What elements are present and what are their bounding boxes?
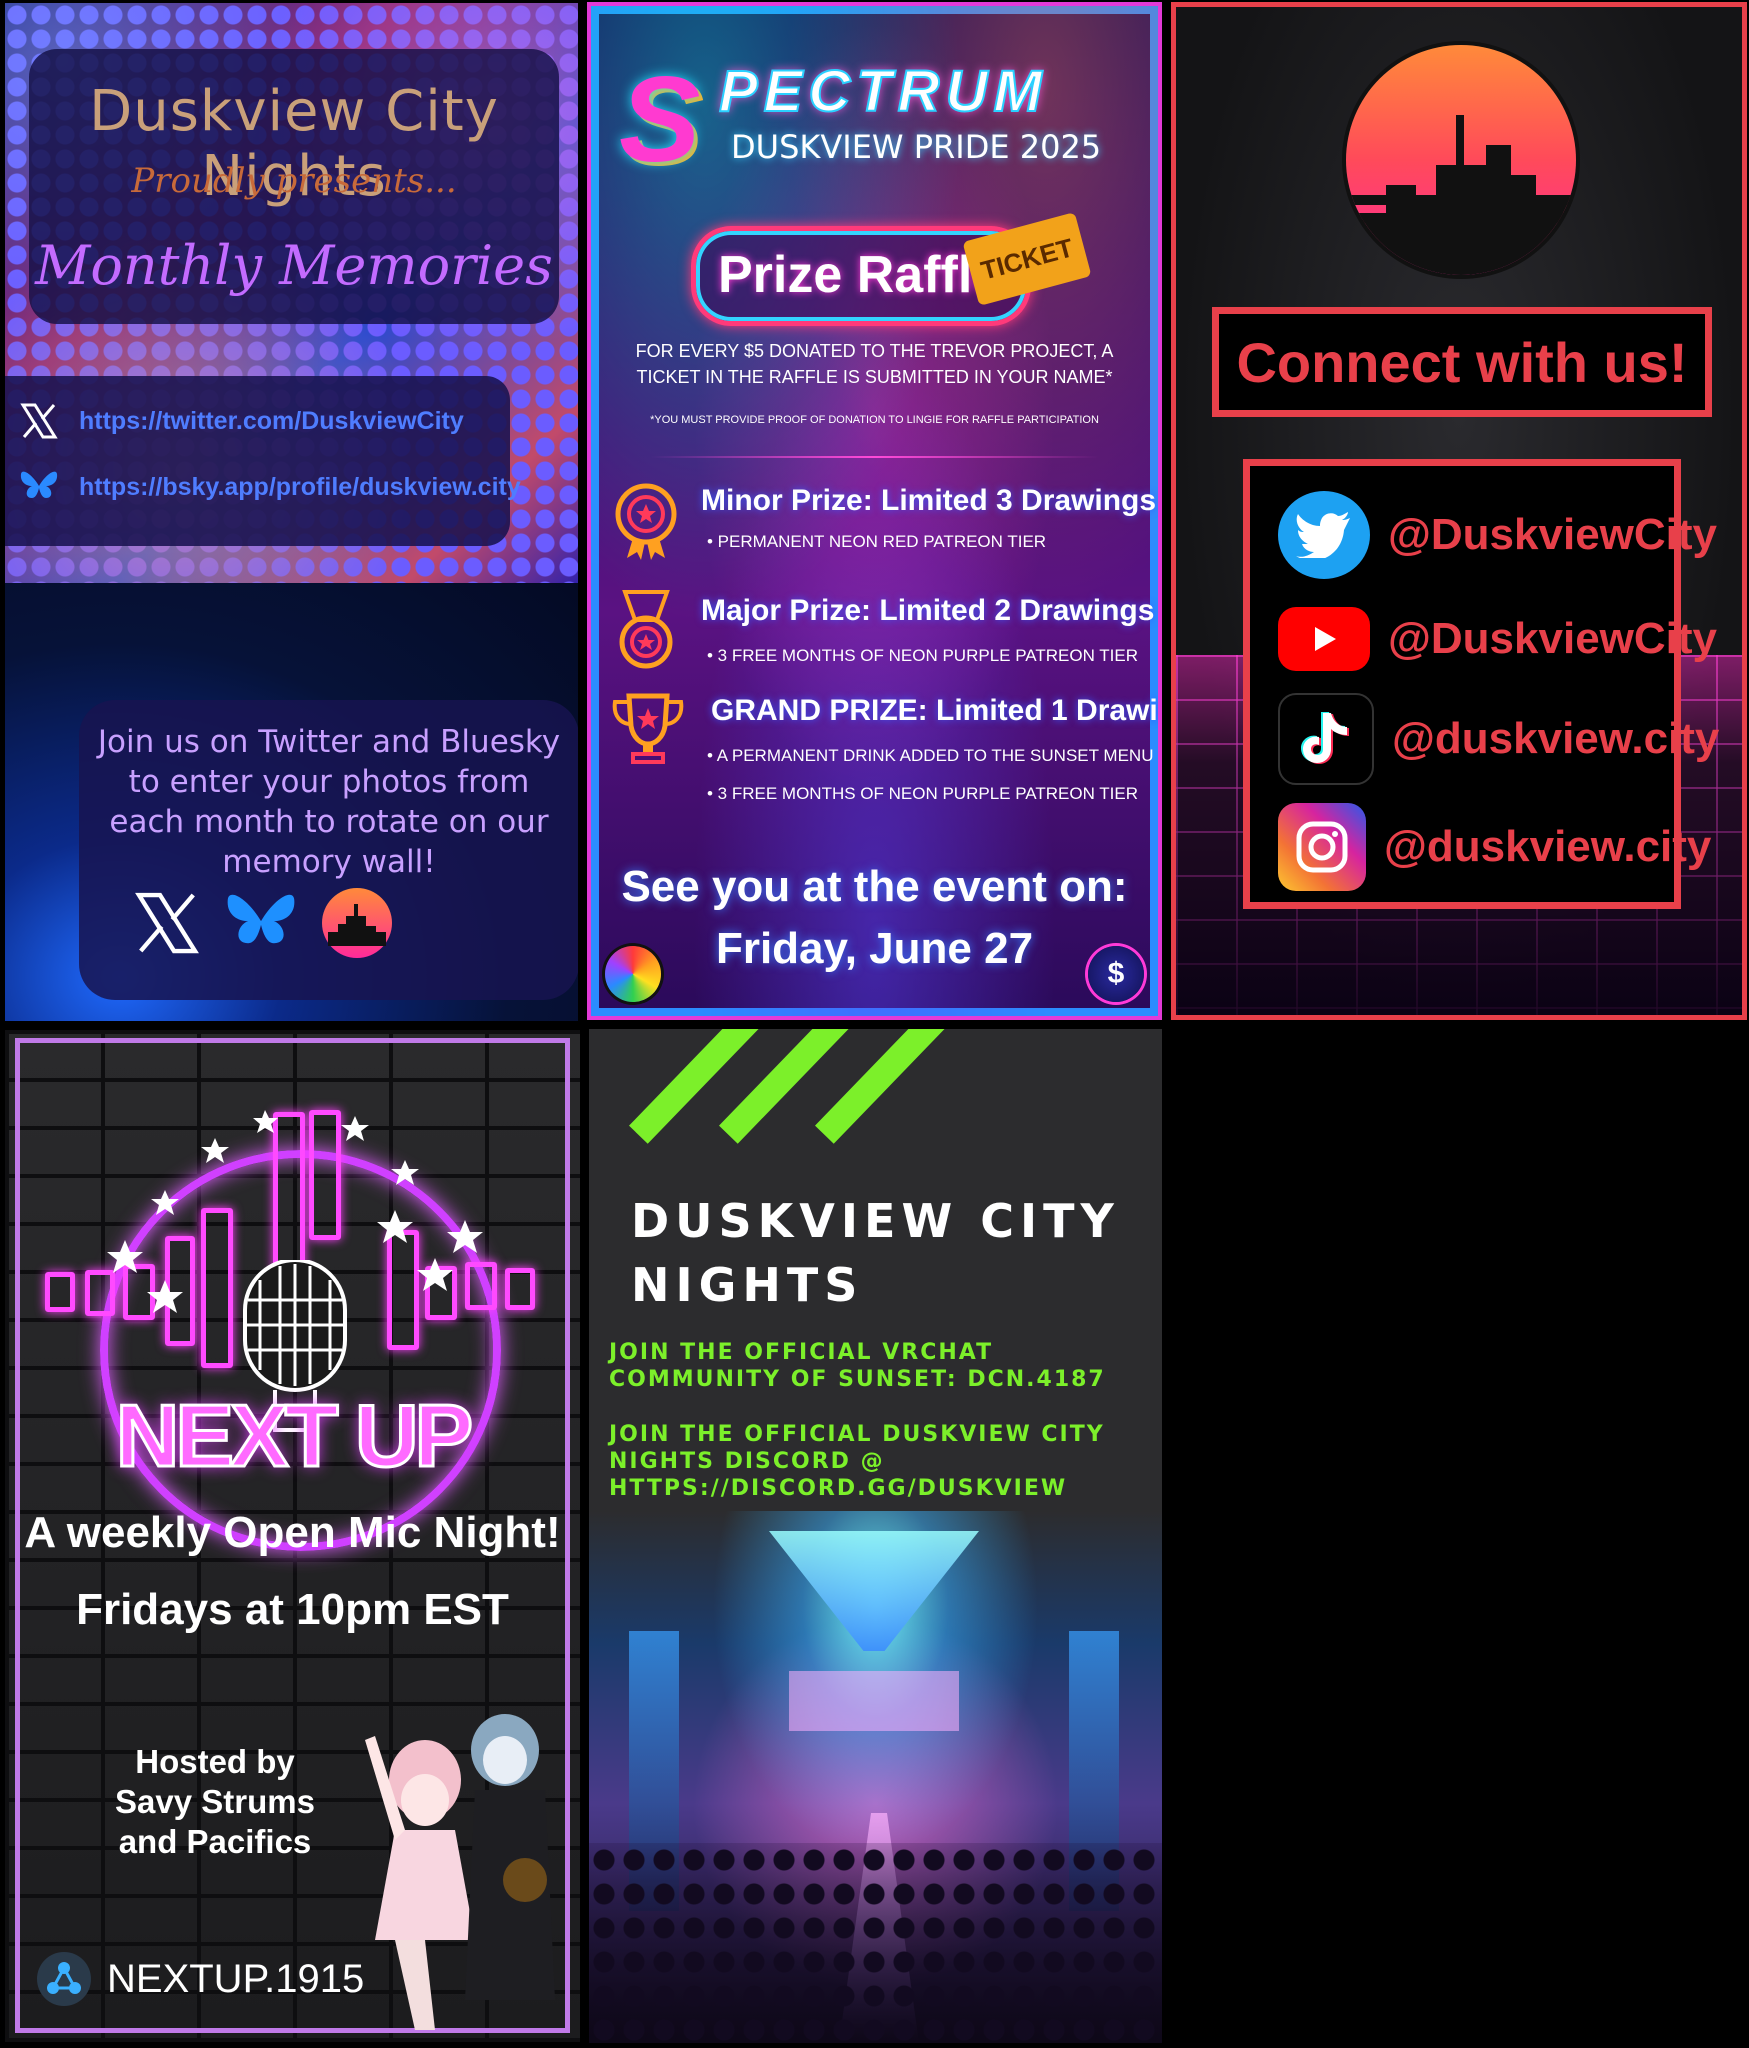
city-sunset-logo	[1346, 45, 1576, 275]
weekly-line: A weekly Open Mic Night!	[24, 1508, 561, 1557]
discord-invite-link[interactable]: HTTPS://DISCORD.GG/DUSKVIEW	[609, 1475, 1152, 1502]
bluesky-butterfly-icon[interactable]	[222, 888, 300, 962]
crowd-silhouettes	[589, 1843, 1162, 2043]
eq-bar	[505, 1268, 535, 1310]
major-prize-item: • 3 FREE MONTHS OF NEON PURPLE PATREON T…	[707, 646, 1139, 665]
schedule-line: Fridays at 10pm EST	[76, 1585, 509, 1634]
social-row-instagram[interactable]: @duskview.city	[1278, 802, 1711, 892]
duskview-heading: DUSKVIEW CITY NIGHTS	[631, 1189, 1120, 1317]
host-line: and Pacifics	[118, 1823, 312, 1860]
grand-prize-title: GRAND PRIZE: Limited 1 Drawing	[711, 694, 1162, 727]
instagram-icon	[1278, 803, 1366, 891]
pride-city-logo-icon	[605, 946, 661, 1002]
tiktok-handle[interactable]: @duskview.city	[1392, 714, 1719, 764]
join-box: Join us on Twitter and Bluesky to enter …	[79, 700, 578, 1000]
duskview-logo-icon[interactable]	[320, 886, 394, 964]
chandelier	[769, 1531, 979, 1651]
major-prize-title: Major Prize: Limited 2 Drawings	[701, 594, 1155, 627]
raffle-description: FOR EVERY $5 DONATED TO THE TREVOR PROJE…	[635, 341, 1114, 387]
connect-panel: Connect with us! @DuskviewCity @Duskview…	[1167, 0, 1749, 1024]
twitter-url[interactable]: https://twitter.com/DuskviewCity	[79, 407, 464, 436]
next-up-title: NEXT UP	[114, 1385, 474, 1487]
hosts-text: Hosted by Savy Strums and Pacifics	[100, 1742, 330, 1862]
discord-invite-text: JOIN THE OFFICIAL DUSKVIEW CITY NIGHTS D…	[609, 1421, 1152, 1502]
discord-line: NIGHTS DISCORD @	[609, 1449, 885, 1474]
vrchat-community-text: JOIN THE OFFICIAL VRCHAT COMMUNITY OF SU…	[609, 1339, 1152, 1393]
grand-prize-item-1: • A PERMANENT DRINK ADDED TO THE SUNSET …	[707, 746, 1154, 765]
spectrum-pride-panel: S PECTRUM DUSKVIEW PRIDE 2025 Prize Raff…	[587, 2, 1162, 1020]
discord-line: JOIN THE OFFICIAL DUSKVIEW CITY	[609, 1422, 1105, 1447]
twitter-link-row[interactable]: https://twitter.com/DuskviewCity	[17, 396, 464, 446]
trophy-icon	[603, 690, 684, 764]
green-stripe	[815, 1029, 966, 1144]
divider	[651, 456, 1098, 458]
nightclub-illustration	[589, 1511, 1162, 2043]
minor-prize-title: Minor Prize: Limited 3 Drawings	[701, 484, 1157, 517]
hosts-avatar-image	[365, 1714, 555, 2030]
x-icon[interactable]	[132, 888, 202, 962]
vrchat-network-icon	[37, 1952, 91, 2006]
youtube-icon	[1278, 607, 1370, 671]
heading-line: NIGHTS	[631, 1258, 864, 1312]
event-date: See you at the event on: Friday, June 27	[591, 856, 1158, 980]
dollar-logo-icon: $	[1088, 946, 1144, 1002]
join-text: Join us on Twitter and Bluesky to enter …	[97, 724, 561, 880]
medal-ribbon-icon	[611, 590, 681, 669]
prize-raffle-label: Prize Raffle	[718, 246, 1002, 304]
eq-bar	[45, 1272, 75, 1312]
event-line-1: See you at the event on:	[621, 862, 1128, 911]
heading-line: DUSKVIEW CITY	[631, 1194, 1120, 1248]
world-code: NEXTUP.1915	[35, 1950, 364, 2008]
instagram-handle[interactable]: @duskview.city	[1384, 822, 1711, 872]
event-line-2: Friday, June 27	[715, 924, 1034, 973]
social-links-box: https://twitter.com/DuskviewCity https:/…	[5, 376, 521, 546]
next-up-panel: NEXT UP A weekly Open Mic Night! Fridays…	[5, 1030, 580, 2042]
twitter-icon	[1278, 491, 1370, 579]
ticket-label: TICKET	[977, 231, 1077, 286]
x-icon	[17, 399, 61, 443]
community-line: JOIN THE OFFICIAL VRCHAT	[609, 1340, 994, 1365]
social-row-tiktok[interactable]: @duskview.city	[1278, 693, 1719, 785]
tiktok-icon	[1278, 693, 1374, 785]
host-line: Hosted by	[135, 1743, 295, 1780]
host-line: Savy Strums	[115, 1783, 315, 1820]
stage-glow	[789, 1671, 959, 1731]
presents-subtitle: Proudly presents...	[131, 161, 457, 201]
title-box: Duskview City Nights Proudly presents...…	[29, 49, 559, 324]
socials-box: @DuskviewCity @DuskviewCity @duskview.ci…	[1243, 459, 1719, 909]
monthly-memories-panel: Duskview City Nights Proudly presents...…	[5, 3, 578, 1021]
youtube-handle[interactable]: @DuskviewCity	[1388, 614, 1717, 664]
bluesky-icon	[17, 465, 61, 509]
spectrum-logo-s: S	[619, 51, 701, 187]
raffle-fine-print: *YOU MUST PROVIDE PROOF OF DONATION TO L…	[650, 414, 1099, 426]
discord-panel: DUSKVIEW CITY NIGHTS JOIN THE OFFICIAL V…	[589, 1029, 1162, 2043]
minor-prize-item: • PERMANENT NEON RED PATREON TIER	[707, 532, 1047, 551]
monthly-memories-heading: Monthly Memories	[35, 234, 553, 297]
bluesky-url[interactable]: https://bsky.app/profile/duskview.city	[79, 473, 521, 502]
social-row-youtube[interactable]: @DuskviewCity	[1278, 594, 1717, 684]
social-row-twitter[interactable]: @DuskviewCity	[1278, 490, 1717, 580]
pride-subtitle: DUSKVIEW PRIDE 2025	[731, 128, 1102, 166]
community-line: COMMUNITY OF SUNSET: DCN.4187	[609, 1367, 1106, 1392]
bluesky-link-row[interactable]: https://bsky.app/profile/duskview.city	[17, 462, 521, 512]
twitter-handle[interactable]: @DuskviewCity	[1388, 510, 1717, 560]
medal-icon	[611, 480, 681, 560]
footer-icons	[132, 886, 394, 964]
connect-heading: Connect with us!	[1236, 330, 1688, 394]
connect-banner: Connect with us!	[1212, 307, 1712, 417]
world-code-text: NEXTUP.1915	[107, 1956, 365, 2001]
grand-prize-item-2: • 3 FREE MONTHS OF NEON PURPLE PATREON T…	[707, 784, 1139, 803]
spectrum-title: PECTRUM	[718, 58, 1048, 125]
